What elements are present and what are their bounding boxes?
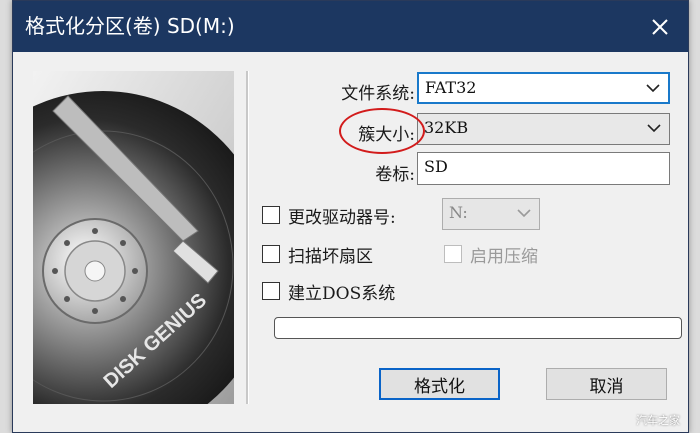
volume-label-value: SD: [424, 157, 448, 176]
disk-graphic: DISK GENIUS: [33, 71, 234, 404]
chevron-down-icon: [647, 124, 661, 133]
close-button[interactable]: [632, 1, 688, 52]
cluster-size-value: 32KB: [424, 118, 469, 137]
change-drive-letter-option[interactable]: 更改驱动器号:: [262, 203, 396, 228]
change-drive-letter-checkbox[interactable]: [262, 206, 280, 224]
volume-label-label: 卷标:: [375, 165, 415, 185]
scan-bad-sectors-label: 扫描坏扇区: [288, 246, 373, 267]
change-drive-letter-label: 更改驱动器号:: [288, 207, 396, 228]
title-bar: 格式化分区(卷) SD(M:): [13, 1, 688, 52]
scan-bad-sectors-checkbox[interactable]: [262, 245, 280, 263]
create-dos-label: 建立DOS系统: [288, 283, 396, 304]
window-title: 格式化分区(卷) SD(M:): [25, 14, 235, 38]
cancel-button[interactable]: 取消: [546, 368, 667, 400]
filesystem-label: 文件系统:: [341, 84, 415, 104]
drive-letter-select[interactable]: N:: [442, 198, 540, 230]
format-button[interactable]: 格式化: [379, 368, 500, 400]
volume-label-input[interactable]: SD: [417, 152, 670, 185]
filesystem-value: FAT32: [425, 78, 477, 97]
format-dialog: 格式化分区(卷) SD(M:) DISK GENIUS 文件系统: FAT32 …: [12, 0, 689, 433]
desktop-background-strip-right: [689, 0, 700, 433]
scan-bad-sectors-option[interactable]: 扫描坏扇区: [262, 242, 373, 267]
chevron-down-icon: [646, 84, 660, 93]
enable-compression-checkbox[interactable]: [444, 245, 462, 263]
hard-disk-illustration: DISK GENIUS: [33, 71, 234, 404]
watermark-text: 汽车之家: [636, 414, 680, 427]
annotation-ellipse: [339, 108, 425, 154]
vertical-divider: [246, 71, 249, 404]
chevron-down-icon: [517, 209, 531, 218]
create-dos-checkbox[interactable]: [262, 282, 280, 300]
desktop-background-strip-top: [0, 0, 12, 433]
cluster-size-select[interactable]: 32KB: [417, 113, 670, 145]
enable-compression-option[interactable]: 启用压缩: [444, 242, 538, 267]
filesystem-select[interactable]: FAT32: [417, 72, 670, 104]
create-dos-option[interactable]: 建立DOS系统: [262, 279, 396, 304]
format-progress-bar: [274, 317, 682, 339]
close-icon: [652, 18, 668, 35]
enable-compression-label: 启用压缩: [470, 246, 538, 267]
drive-letter-value: N:: [449, 203, 468, 222]
